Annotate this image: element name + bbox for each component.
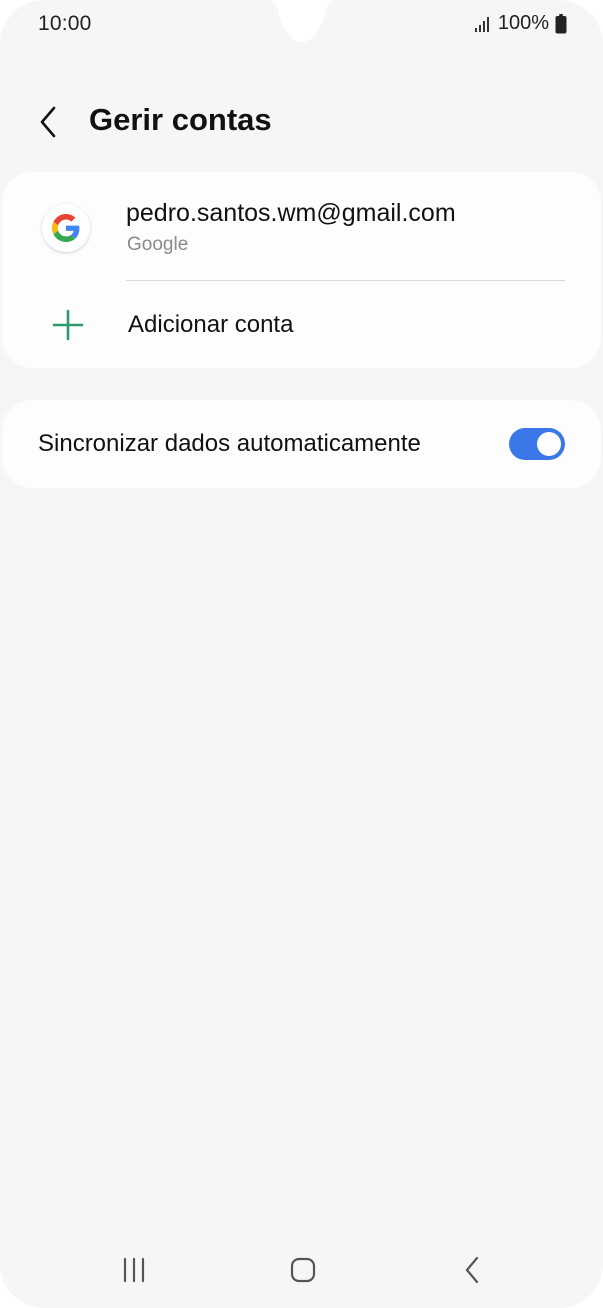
status-time: 10:00 [38, 12, 92, 35]
sync-label: Sincronizar dados automaticamente [38, 430, 421, 457]
navigation-bar [0, 1238, 603, 1308]
page-title: Gerir contas [89, 102, 272, 137]
home-button[interactable] [273, 1248, 333, 1292]
back-icon [465, 1256, 479, 1284]
home-icon [290, 1257, 316, 1283]
app-header: Gerir contas [0, 92, 603, 152]
back-button[interactable] [34, 104, 64, 140]
google-logo-icon [42, 204, 90, 252]
accounts-card: pedro.santos.wm@gmail.com Google Adicion… [2, 172, 601, 368]
battery-icon [555, 13, 567, 33]
signal-icon [474, 16, 489, 32]
toggle-knob [537, 432, 561, 456]
status-bar: 10:00 100% [0, 0, 603, 48]
nav-back-button[interactable] [442, 1248, 502, 1292]
chevron-left-icon [40, 106, 56, 138]
recent-apps-button[interactable] [104, 1248, 164, 1292]
add-account-button[interactable]: Adicionar conta [2, 282, 601, 368]
sync-card[interactable]: Sincronizar dados automaticamente [2, 400, 601, 488]
battery-percentage: 100% [497, 12, 549, 34]
recent-apps-icon [123, 1257, 145, 1283]
sync-toggle[interactable] [509, 428, 565, 460]
account-item-google[interactable]: pedro.santos.wm@gmail.com Google [2, 172, 601, 280]
account-provider: Google [127, 234, 189, 255]
account-email: pedro.santos.wm@gmail.com [126, 199, 456, 227]
plus-icon [52, 309, 84, 341]
phone-screen: 10:00 100% Gerir contas pedro.santos.wm@… [0, 0, 603, 1308]
status-icons: 100% [474, 12, 567, 35]
divider [126, 280, 565, 281]
add-account-label: Adicionar conta [128, 311, 294, 338]
